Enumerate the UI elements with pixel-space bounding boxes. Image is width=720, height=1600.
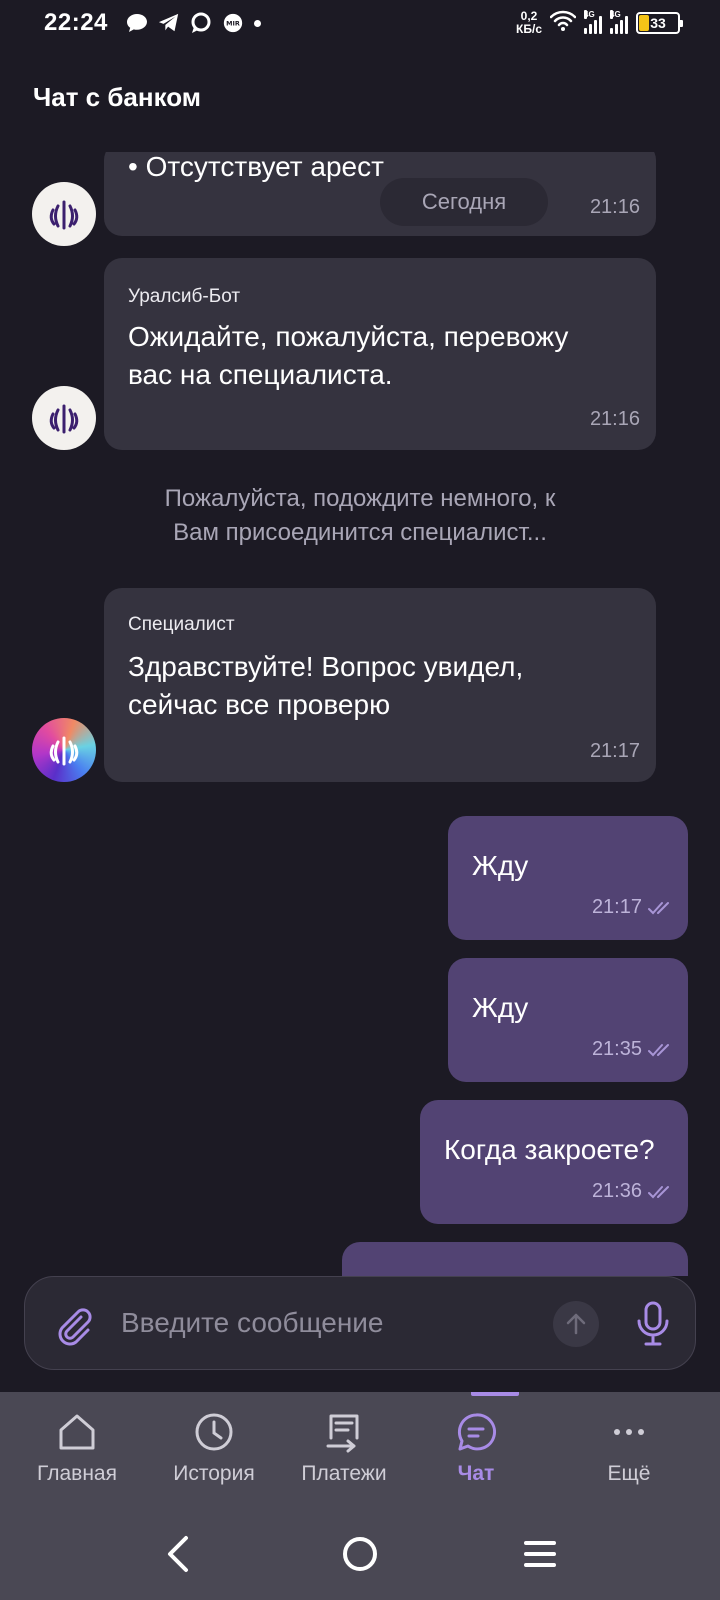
nav-label: Платежи [301,1462,387,1485]
message-text: Здравствуйте! Вопрос увидел, сейчас все … [128,651,524,720]
battery-icon: 33 [636,12,683,34]
notification-icons: MIR [126,12,261,34]
message-text: Жду [472,850,529,881]
message-time: 21:17 [591,896,642,918]
status-right: 0,2 КБ/с 4G 4G 33 [516,9,683,37]
more-icon [614,1429,644,1435]
message-time: 21:16 [589,196,640,218]
mir-icon: MIR [222,12,244,34]
send-button[interactable] [553,1301,599,1347]
message-time: 21:35 [591,1038,642,1060]
message-meta: 21:35 [592,1038,672,1061]
nav-label: Ещё [607,1462,651,1485]
chat-messages[interactable]: • Отсутствует арест 21:16 Сегодня Уралси… [0,152,720,1276]
attach-icon[interactable] [51,1303,95,1347]
uralsib-logo-icon [49,404,79,434]
recents-icon[interactable] [516,1530,564,1578]
nav-label: Чат [457,1462,495,1485]
message-text: Жду [472,992,529,1023]
bot-avatar [32,182,96,246]
wifi-icon [549,10,577,37]
uralsib-logo-icon [49,200,79,230]
incoming-message: Уралсиб-Бот Ожидайте, пожалуйста, перево… [104,258,656,450]
active-tab-indicator [471,1392,519,1396]
message-meta: 21:17 [592,896,672,919]
system-navigation-bar [0,1508,720,1600]
status-bar: 22:24 MIR 0,2 КБ/с 4G 4G 33 [0,0,720,46]
message-text: • Отсутствует арест [128,152,384,182]
nav-label: Главная [37,1462,117,1485]
nav-item-payments[interactable]: Платежи [274,1392,414,1508]
message-sender: Специалист [128,614,235,635]
message-time: 21:36 [591,1180,642,1202]
message-meta: 21:36 [592,1180,672,1203]
outgoing-message: Когда закроете? 21:36 [420,1100,688,1224]
nav-label: История [173,1462,255,1485]
network-speed: 0,2 КБ/с [516,9,542,36]
payments-icon [326,1414,359,1453]
message-icon [190,12,212,34]
bottom-navigation: Главная История Платежи Чат Ещё [0,1392,720,1508]
outgoing-message: Жду 21:35 [448,958,688,1082]
read-checkmarks-icon [648,1185,669,1198]
read-checkmarks-icon [648,1043,669,1056]
microphone-icon[interactable] [633,1299,673,1349]
message-input[interactable] [121,1297,541,1349]
nav-item-more[interactable]: Ещё [538,1392,720,1508]
telegram-icon [158,12,180,34]
signal-2-icon: 4G [610,10,628,34]
signal-1-icon: 4G [584,10,602,34]
chat-icon [457,1413,497,1451]
nav-item-history[interactable]: История [154,1392,274,1508]
back-icon[interactable] [156,1530,204,1578]
page-title: Чат с банком [33,82,202,112]
home-circle-icon[interactable] [336,1530,384,1578]
chat-bubble-icon [126,12,148,34]
read-checkmarks-icon [648,901,669,914]
home-icon [59,1414,95,1450]
message-time: 21:16 [589,408,640,430]
message-time: 21:17 [589,740,640,762]
outgoing-message: Жду 21:17 [448,816,688,940]
nav-item-chat[interactable]: Чат [414,1392,538,1508]
incoming-message: • Отсутствует арест 21:16 Сегодня [104,152,656,236]
message-text: Ожидайте, пожалуйста, перевожу вас на сп… [128,321,569,390]
outgoing-message-partial [342,1242,688,1276]
more-notifications-dot [253,19,261,27]
uralsib-logo-icon [49,736,79,766]
battery-level: 33 [650,15,666,31]
bot-avatar [32,386,96,450]
message-text: Когда закроете? [444,1134,655,1165]
message-composer [24,1276,696,1370]
status-time: 22:24 [44,9,108,36]
message-sender: Уралсиб-Бот [128,286,241,307]
incoming-message: Специалист Здравствуйте! Вопрос увидел, … [104,588,656,782]
clock-icon [195,1413,233,1451]
system-note: Пожалуйста, подождите немного, к Вам при… [164,485,556,546]
arrow-up-icon [566,1313,586,1335]
nav-item-home[interactable]: Главная [0,1392,154,1508]
specialist-avatar [32,718,96,782]
date-separator: Сегодня [380,178,548,226]
svg-text:MIR: MIR [226,20,240,28]
